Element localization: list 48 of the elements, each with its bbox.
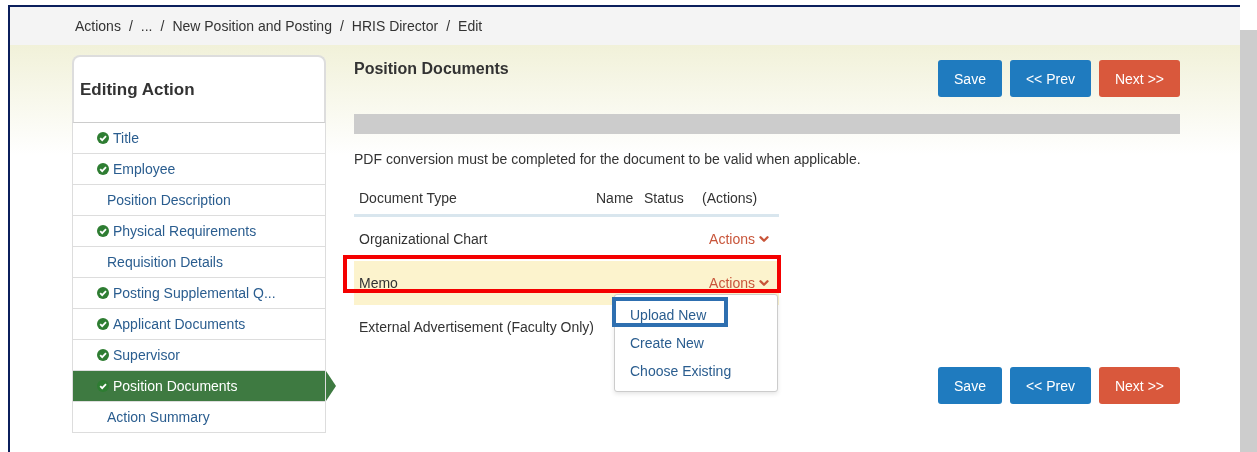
table-cell: External Advertisement (Faculty Only) xyxy=(359,319,594,335)
breadcrumb-link[interactable]: New Position and Posting xyxy=(172,18,332,34)
sidebar-item[interactable]: Physical Requirements xyxy=(72,216,326,247)
column-header: (Actions) xyxy=(702,189,759,206)
check-circle-icon xyxy=(97,318,109,330)
nav-button[interactable]: << Prev xyxy=(1009,367,1091,404)
sidebar-item[interactable]: Supervisor xyxy=(72,340,326,371)
sidebar-item[interactable]: Position Documents xyxy=(72,371,326,402)
actions-link[interactable]: Actions xyxy=(709,231,771,247)
breadcrumb-link[interactable]: ... xyxy=(140,18,153,34)
breadcrumb-link[interactable]: HRIS Director xyxy=(351,18,439,34)
breadcrumb-separator: / xyxy=(339,18,344,34)
menu-item[interactable]: Choose Existing xyxy=(615,357,777,385)
sidebar-item[interactable]: Posting Supplemental Q... xyxy=(72,278,326,309)
column-header: Document Type xyxy=(358,189,458,206)
table-cell: Memo xyxy=(359,275,398,291)
nav-button[interactable]: Save xyxy=(938,367,1002,404)
breadcrumb-link[interactable]: Edit xyxy=(458,18,483,34)
sidebar-item[interactable]: Requisition Details xyxy=(72,247,326,278)
sidebar-title: Editing Action xyxy=(72,55,326,123)
check-circle-icon xyxy=(97,380,109,392)
notice-text: PDF conversion must be completed for the document to be valid when applicable. xyxy=(354,151,862,167)
section-title: Position Documents xyxy=(354,60,509,78)
actions-link[interactable]: Actions xyxy=(709,275,771,291)
table-cell: Organizational Chart xyxy=(359,231,488,247)
menu-item[interactable]: Create New xyxy=(615,329,777,357)
check-circle-icon xyxy=(97,287,109,299)
check-circle-icon xyxy=(97,225,109,237)
check-circle-icon xyxy=(97,349,109,361)
check-circle-icon xyxy=(97,132,109,144)
sidebar-item[interactable]: Action Summary xyxy=(72,402,326,433)
sidebar-item[interactable]: Applicant Documents xyxy=(72,309,326,340)
column-header: Name xyxy=(596,189,635,206)
nav-button[interactable]: << Prev xyxy=(1009,60,1091,97)
sidebar-item[interactable]: Position Description xyxy=(72,185,326,216)
next-button[interactable]: Next >> xyxy=(1098,367,1180,404)
nav-button[interactable]: Save xyxy=(938,60,1002,97)
breadcrumb-link[interactable]: Actions xyxy=(75,18,121,34)
check-circle-icon xyxy=(97,163,109,175)
sidebar-item[interactable]: Title xyxy=(72,123,326,154)
column-header: Status xyxy=(644,189,685,206)
scrollbar[interactable] xyxy=(1240,30,1257,452)
breadcrumb-separator: / xyxy=(446,18,451,34)
sidebar-item[interactable]: Employee xyxy=(72,154,326,185)
breadcrumb-separator: / xyxy=(160,18,165,34)
breadcrumb-separator: / xyxy=(128,18,133,34)
menu-item[interactable]: Upload New xyxy=(615,301,777,329)
next-button[interactable]: Next >> xyxy=(1098,60,1180,97)
